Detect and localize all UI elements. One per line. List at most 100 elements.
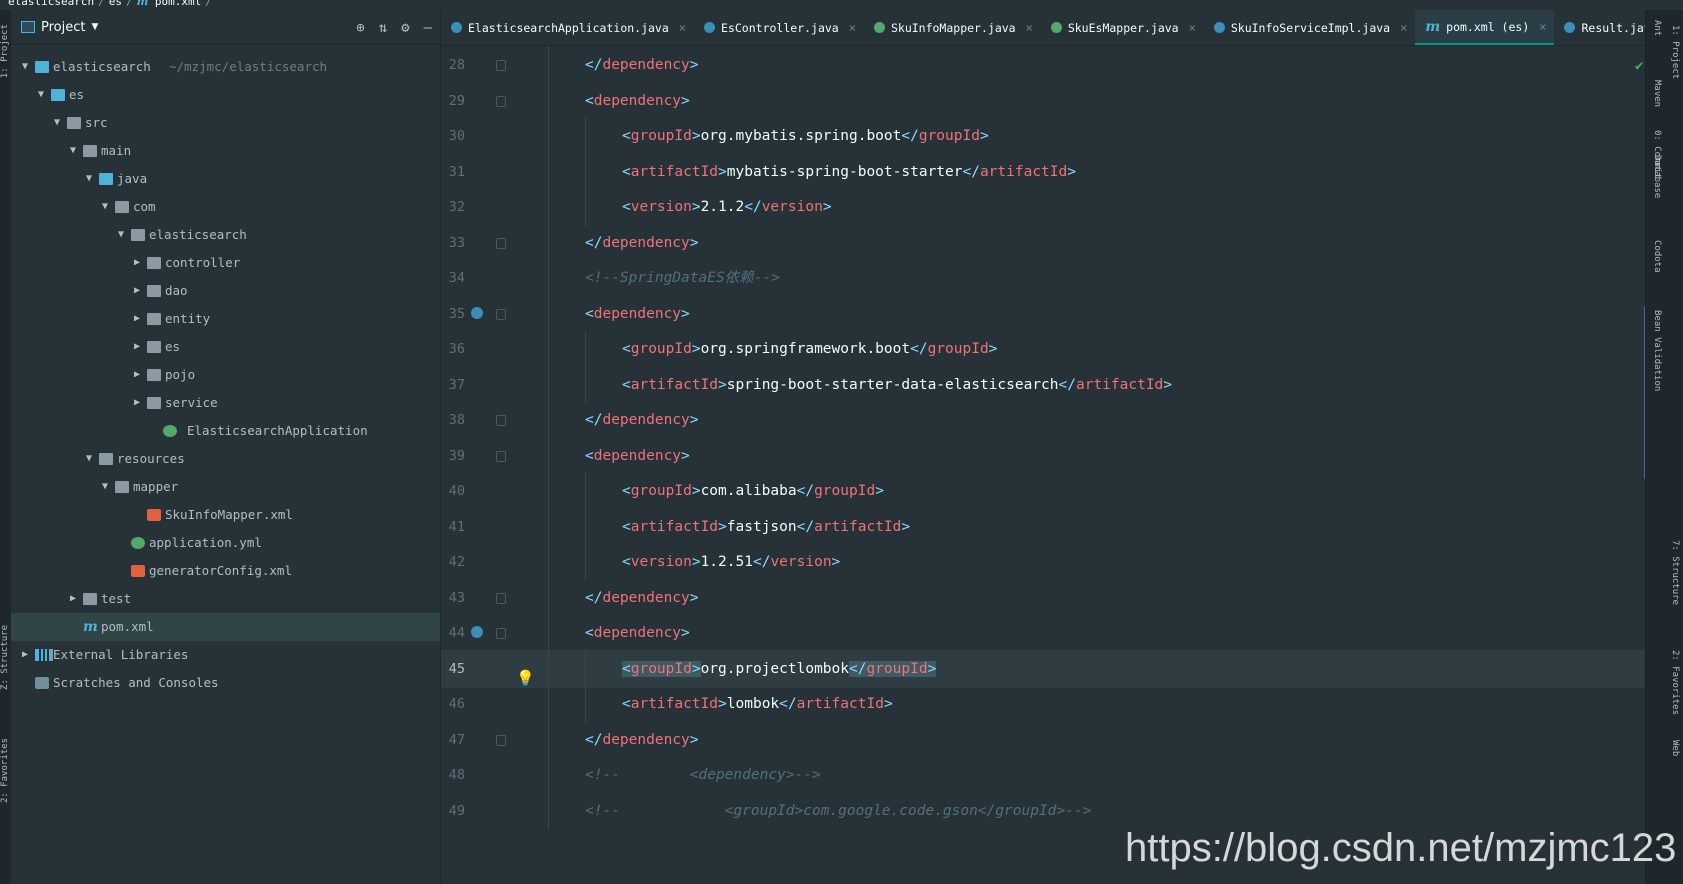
chevron-right-icon[interactable]: ▶ xyxy=(131,361,143,389)
close-icon[interactable]: × xyxy=(679,21,686,35)
code-line[interactable]: 38 </dependency> xyxy=(441,401,1645,439)
tree-item[interactable]: ▼ com xyxy=(11,193,440,221)
fold-marker-icon[interactable] xyxy=(496,60,506,71)
project-tool-button[interactable]: 1: Project xyxy=(0,24,10,78)
chevron-down-icon[interactable]: ▼ xyxy=(83,445,95,473)
tree-item[interactable]: ▶ test xyxy=(11,585,440,613)
right-tool-button[interactable]: 2: Favorites xyxy=(1670,650,1680,715)
tree-item[interactable]: ▼ resources xyxy=(11,445,440,473)
tree-item[interactable]: ▼ main xyxy=(11,137,440,165)
chevron-right-icon[interactable]: ▶ xyxy=(131,277,143,305)
code-line[interactable]: 40 <groupId>com.alibaba</groupId> xyxy=(441,472,1645,510)
structure-tool-button[interactable]: Z: Structure xyxy=(0,625,10,690)
tree-item[interactable]: ▶ controller xyxy=(11,249,440,277)
editor-tab[interactable]: SkuInfoServiceImpl.java × xyxy=(1204,10,1415,45)
chevron-down-icon[interactable]: ▼ xyxy=(83,165,95,193)
code-line[interactable]: 35 <dependency> xyxy=(441,294,1645,333)
code-line[interactable]: 49 <!-- <groupId>com.google.code.gson</gr… xyxy=(441,791,1645,830)
locate-icon[interactable]: ⊕ xyxy=(356,20,364,36)
code-line[interactable]: 45 💡 <groupId>org.projectlombok</groupId> xyxy=(441,649,1645,688)
chevron-down-icon[interactable]: ▼ xyxy=(51,109,63,137)
right-tool-button[interactable]: Ant xyxy=(1652,20,1662,36)
right-tool-button[interactable]: 7: Structure xyxy=(1670,540,1680,605)
code-line[interactable]: 44 <dependency> xyxy=(441,614,1645,652)
code-line[interactable]: 32 <version>2.1.2</version> xyxy=(441,188,1645,226)
chevron-right-icon[interactable]: ▶ xyxy=(67,585,79,613)
editor-tab[interactable]: SkuEsMapper.java × xyxy=(1041,10,1204,45)
code-line[interactable]: 43 </dependency> xyxy=(441,578,1645,617)
right-tool-button[interactable]: Web xyxy=(1670,740,1680,756)
fold-marker-icon[interactable] xyxy=(496,308,506,320)
editor-tab[interactable]: ElasticsearchApplication.java × xyxy=(441,10,694,45)
chevron-down-icon[interactable]: ▼ xyxy=(19,53,31,81)
breadcrumb-item[interactable]: pom.xml xyxy=(155,0,201,8)
code-line[interactable]: 34 <!--SpringDataES依赖--> xyxy=(441,259,1645,297)
right-tool-button[interactable]: Codota xyxy=(1652,240,1662,273)
tree-item[interactable]: ▶ External Libraries xyxy=(11,641,440,669)
right-tool-button[interactable]: Bean Validation xyxy=(1652,310,1662,391)
tree-item[interactable]: ▶ pojo xyxy=(11,361,440,389)
tree-item[interactable]: ▼ java xyxy=(11,165,440,193)
code-line[interactable]: 28 </dependency> xyxy=(441,46,1645,84)
code-line[interactable]: 41 <artifactId>fastjson</artifactId> xyxy=(441,507,1645,546)
chevron-down-icon[interactable]: ▼ xyxy=(99,473,111,501)
fold-marker-icon[interactable] xyxy=(496,628,506,639)
code-line[interactable]: 42 <version>1.2.51</version> xyxy=(441,543,1645,581)
tree-item[interactable]: m pom.xml xyxy=(11,613,440,641)
code-line[interactable]: 39 <dependency> xyxy=(441,436,1645,475)
right-tool-button[interactable]: Database xyxy=(1652,155,1662,198)
code-line[interactable]: 33 </dependency> xyxy=(441,223,1645,262)
close-icon[interactable]: × xyxy=(1539,20,1546,34)
chevron-down-icon[interactable]: ▼ xyxy=(35,81,47,109)
chevron-down-icon[interactable]: ▼ xyxy=(67,137,79,165)
code-line[interactable]: 46 <artifactId>lombok</artifactId> xyxy=(441,685,1645,723)
minimize-icon[interactable]: — xyxy=(424,20,432,36)
fold-marker-icon[interactable] xyxy=(496,450,506,462)
tree-item[interactable]: ▼ elasticsearch xyxy=(11,221,440,249)
fold-marker-icon[interactable] xyxy=(496,415,506,426)
breadcrumb-item[interactable]: es xyxy=(109,0,122,8)
code-line[interactable]: 29 <dependency> xyxy=(441,81,1645,120)
chevron-down-icon[interactable]: ▼ xyxy=(115,221,127,249)
tree-item[interactable]: Scratches and Consoles xyxy=(11,669,440,697)
breadcrumb-item[interactable]: elasticsearch xyxy=(8,0,94,8)
chevron-right-icon[interactable]: ▶ xyxy=(131,333,143,361)
close-icon[interactable]: × xyxy=(849,21,856,35)
project-view-selector[interactable]: Project xyxy=(41,20,85,35)
chevron-down-icon[interactable]: ▼ xyxy=(91,22,98,32)
tree-item[interactable]: generatorConfig.xml xyxy=(11,557,440,585)
tree-item[interactable]: ElasticsearchApplication xyxy=(11,417,440,445)
gear-icon[interactable]: ⚙ xyxy=(401,20,409,36)
editor-tab[interactable]: m pom.xml (es) × xyxy=(1415,10,1555,45)
favorites-tool-button[interactable]: 2: Favorites xyxy=(0,738,10,803)
editor-tab[interactable]: SkuInfoMapper.java × xyxy=(864,10,1041,45)
code-line[interactable]: 30 <groupId>org.mybatis.spring.boot</grou… xyxy=(441,117,1645,155)
tree-item[interactable]: ▼ src xyxy=(11,109,440,137)
tree-item[interactable]: application.yml xyxy=(11,529,440,557)
tree-item[interactable]: ▶ service xyxy=(11,389,440,417)
chevron-right-icon[interactable]: ▶ xyxy=(131,249,143,277)
close-icon[interactable]: × xyxy=(1026,21,1033,35)
fold-marker-icon[interactable] xyxy=(496,592,506,604)
tree-item[interactable]: ▼ elasticsearch ~/mzjmc/elasticsearch xyxy=(11,53,440,81)
inspection-ok-icon[interactable]: ✔ xyxy=(1635,58,1643,74)
code-line[interactable]: 31 <artifactId>mybatis-spring-boot-starte… xyxy=(441,152,1645,191)
close-icon[interactable]: × xyxy=(1400,21,1407,35)
tree-item[interactable]: ▼ es xyxy=(11,81,440,109)
tree-item[interactable]: SkuInfoMapper.xml xyxy=(11,501,440,529)
close-icon[interactable]: × xyxy=(1189,21,1196,35)
code-line[interactable]: 48 <!-- <dependency>--> xyxy=(441,756,1645,794)
fold-marker-icon[interactable] xyxy=(496,734,506,746)
chevron-right-icon[interactable]: ▶ xyxy=(131,389,143,417)
editor-tab[interactable]: EsController.java × xyxy=(694,10,864,45)
code-line[interactable]: 37 <artifactId>spring-boot-starter-data-e… xyxy=(441,365,1645,404)
code-line[interactable]: 36 <groupId>org.springframework.boot</gro… xyxy=(441,330,1645,368)
tree-item[interactable]: ▶ dao xyxy=(11,277,440,305)
code-editor[interactable]: 28 </dependency> 29 <dependency> 30 <groupId>… xyxy=(441,46,1645,884)
overridden-dependency-icon[interactable] xyxy=(471,306,483,319)
tree-item[interactable]: ▶ entity xyxy=(11,305,440,333)
chevron-down-icon[interactable]: ▼ xyxy=(99,193,111,221)
code-line[interactable]: 47 </dependency> xyxy=(441,720,1645,759)
right-tool-button[interactable]: Maven xyxy=(1652,80,1662,107)
tree-item[interactable]: ▼ mapper xyxy=(11,473,440,501)
